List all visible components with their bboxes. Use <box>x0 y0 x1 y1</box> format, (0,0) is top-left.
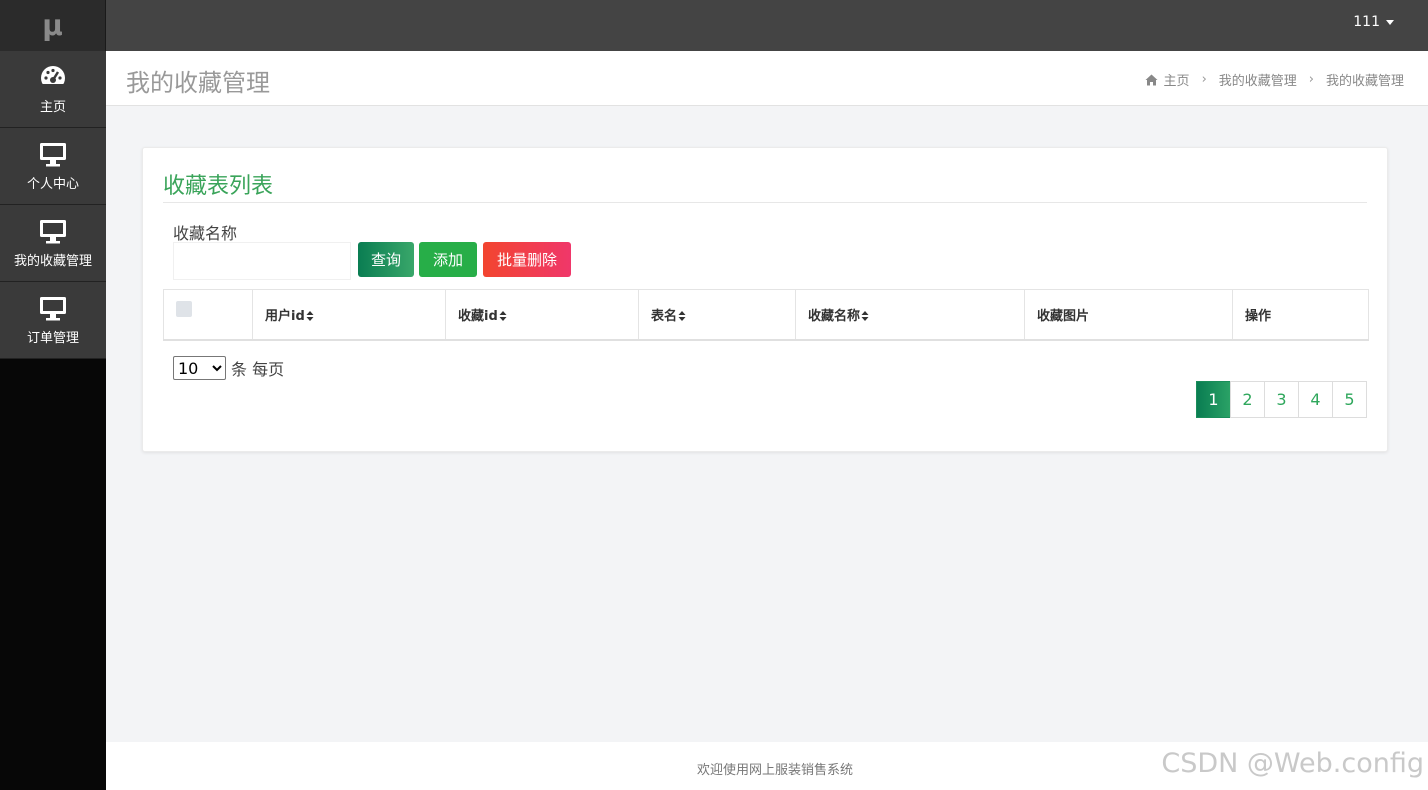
username: 111 <box>1353 14 1380 30</box>
column-header-favorite-image: 收藏图片 <box>1024 289 1233 341</box>
monitor-icon <box>40 142 66 166</box>
sidebar-item-label: 个人中心 <box>26 176 79 192</box>
select-all-checkbox[interactable] <box>176 301 192 318</box>
sidebar-item-label: 主页 <box>39 99 66 115</box>
column-header-favorite-id[interactable]: 收藏id <box>445 289 639 341</box>
chevron-right-icon: › <box>1201 72 1207 87</box>
sidebar-item-my-favorites[interactable]: 我的收藏管理 <box>0 205 106 282</box>
chevron-right-icon: › <box>1308 72 1314 87</box>
favorites-list-card: 收藏表列表 收藏名称 查询 添加 批量删除 用户id 收藏id 表名 收藏名称 … <box>142 147 1388 452</box>
page-header: 我的收藏管理 主页 › 我的收藏管理 › 我的收藏管理 <box>106 51 1428 106</box>
select-all-cell <box>163 289 253 341</box>
search-label: 收藏名称 <box>173 224 238 243</box>
breadcrumb-home[interactable]: 主页 <box>1164 70 1190 89</box>
page-button-2[interactable]: 2 <box>1230 381 1265 418</box>
batch-delete-button[interactable]: 批量删除 <box>483 242 571 277</box>
monitor-icon <box>40 219 66 243</box>
query-button[interactable]: 查询 <box>358 242 414 277</box>
page-size-select[interactable]: 10 <box>173 356 226 380</box>
sidebar-item-label: 我的收藏管理 <box>13 253 92 269</box>
page-button-4[interactable]: 4 <box>1298 381 1333 418</box>
dashboard-icon <box>41 65 65 90</box>
page-button-3[interactable]: 3 <box>1264 381 1299 418</box>
add-button[interactable]: 添加 <box>419 242 477 277</box>
page-button-5[interactable]: 5 <box>1332 381 1367 418</box>
sidebar-item-label: 订单管理 <box>26 330 79 346</box>
page-title: 我的收藏管理 <box>126 69 270 97</box>
home-icon <box>1145 74 1158 85</box>
column-header-user-id[interactable]: 用户id <box>252 289 446 341</box>
column-header-favorite-name[interactable]: 收藏名称 <box>795 289 1025 341</box>
favorite-name-search-input[interactable] <box>173 242 351 280</box>
card-title: 收藏表列表 <box>163 174 274 199</box>
sort-icon <box>678 311 686 322</box>
page-size-control: 10 条 每页 <box>173 356 284 380</box>
app-logo[interactable]: μ <box>0 0 106 51</box>
column-header-actions: 操作 <box>1232 289 1369 341</box>
watermark: CSDN @Web.config <box>1161 748 1424 779</box>
breadcrumb-level2: 我的收藏管理 <box>1325 74 1404 89</box>
divider <box>163 202 1367 203</box>
page-size-suffix: 条 每页 <box>231 360 285 379</box>
top-navbar: 111 <box>106 0 1428 51</box>
sort-icon <box>306 311 314 322</box>
sort-icon <box>861 311 869 322</box>
column-header-table-name[interactable]: 表名 <box>638 289 796 341</box>
pagination: 1 2 3 4 5 <box>1196 381 1367 418</box>
user-menu[interactable]: 111 <box>1353 14 1394 30</box>
page-button-1[interactable]: 1 <box>1196 381 1231 418</box>
caret-down-icon <box>1386 19 1394 25</box>
monitor-icon <box>40 296 66 320</box>
sidebar-item-orders[interactable]: 订单管理 <box>0 282 106 359</box>
sidebar-item-home[interactable]: 主页 <box>0 51 106 128</box>
breadcrumb-level1[interactable]: 我的收藏管理 <box>1219 70 1297 89</box>
table-header-row: 用户id 收藏id 表名 收藏名称 收藏图片 操作 <box>163 289 1369 341</box>
favorites-table: 用户id 收藏id 表名 收藏名称 收藏图片 操作 <box>163 289 1369 341</box>
sidebar-item-personal-center[interactable]: 个人中心 <box>0 128 106 205</box>
breadcrumb: 主页 › 我的收藏管理 › 我的收藏管理 <box>1145 70 1404 89</box>
sort-icon <box>499 311 507 322</box>
sidebar: μ 主页 个人中心 我的收藏管理 订单管理 <box>0 0 106 790</box>
